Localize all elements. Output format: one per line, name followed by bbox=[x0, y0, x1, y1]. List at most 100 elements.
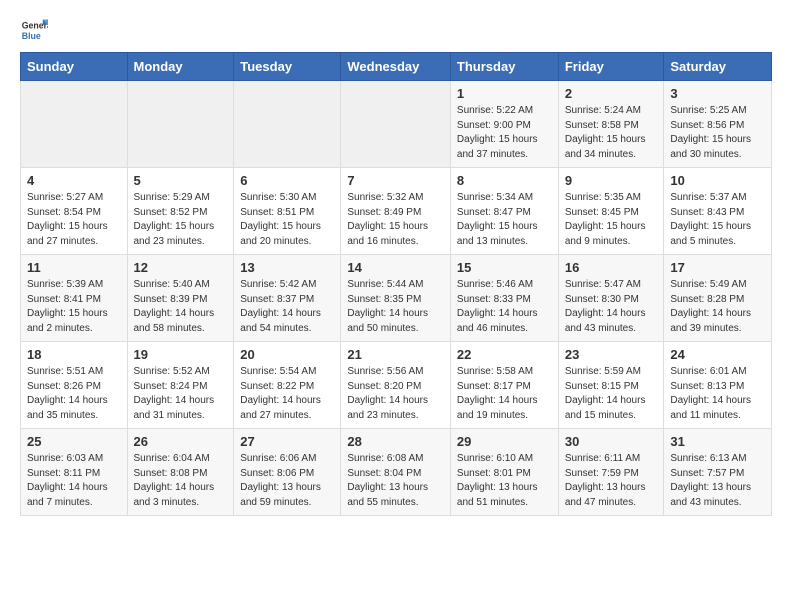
day-cell: 2 Sunrise: 5:24 AM Sunset: 8:58 PM Daylig… bbox=[558, 81, 664, 168]
day-cell: 27 Sunrise: 6:06 AM Sunset: 8:06 PM Dayli… bbox=[234, 429, 341, 516]
day-number: 17 bbox=[670, 260, 765, 275]
header: General Blue bbox=[20, 16, 772, 44]
week-row-3: 11 Sunrise: 5:39 AM Sunset: 8:41 PM Dayli… bbox=[21, 255, 772, 342]
day-number: 22 bbox=[457, 347, 552, 362]
day-cell: 31 Sunrise: 6:13 AM Sunset: 7:57 PM Dayli… bbox=[664, 429, 772, 516]
day-cell bbox=[21, 81, 128, 168]
svg-text:Blue: Blue bbox=[22, 31, 41, 41]
week-row-5: 25 Sunrise: 6:03 AM Sunset: 8:11 PM Dayli… bbox=[21, 429, 772, 516]
day-cell: 6 Sunrise: 5:30 AM Sunset: 8:51 PM Daylig… bbox=[234, 168, 341, 255]
day-number: 1 bbox=[457, 86, 552, 101]
day-number: 24 bbox=[670, 347, 765, 362]
day-number: 25 bbox=[27, 434, 121, 449]
day-number: 6 bbox=[240, 173, 334, 188]
day-info: Sunrise: 6:10 AM Sunset: 8:01 PM Dayligh… bbox=[457, 452, 552, 510]
day-number: 19 bbox=[134, 347, 228, 362]
weekday-header-friday: Friday bbox=[558, 53, 664, 81]
day-cell: 3 Sunrise: 5:25 AM Sunset: 8:56 PM Daylig… bbox=[664, 81, 772, 168]
week-row-2: 4 Sunrise: 5:27 AM Sunset: 8:54 PM Daylig… bbox=[21, 168, 772, 255]
day-info: Sunrise: 5:44 AM Sunset: 8:35 PM Dayligh… bbox=[347, 278, 444, 336]
week-row-1: 1 Sunrise: 5:22 AM Sunset: 9:00 PM Daylig… bbox=[21, 81, 772, 168]
day-info: Sunrise: 6:13 AM Sunset: 7:57 PM Dayligh… bbox=[670, 452, 765, 510]
day-number: 11 bbox=[27, 260, 121, 275]
logo: General Blue bbox=[20, 16, 52, 44]
day-number: 23 bbox=[565, 347, 658, 362]
day-number: 29 bbox=[457, 434, 552, 449]
day-info: Sunrise: 5:47 AM Sunset: 8:30 PM Dayligh… bbox=[565, 278, 658, 336]
day-info: Sunrise: 5:54 AM Sunset: 8:22 PM Dayligh… bbox=[240, 365, 334, 423]
day-cell bbox=[341, 81, 451, 168]
day-cell: 5Sunrise: 5:29 AM Sunset: 8:52 PM Daylig… bbox=[127, 168, 234, 255]
day-number: 26 bbox=[134, 434, 228, 449]
day-info: Sunrise: 5:46 AM Sunset: 8:33 PM Dayligh… bbox=[457, 278, 552, 336]
day-info: Sunrise: 5:30 AM Sunset: 8:51 PM Dayligh… bbox=[240, 191, 334, 249]
day-cell: 7Sunrise: 5:32 AM Sunset: 8:49 PM Daylig… bbox=[341, 168, 451, 255]
day-number: 7 bbox=[347, 173, 444, 188]
day-info: Sunrise: 5:51 AM Sunset: 8:26 PM Dayligh… bbox=[27, 365, 121, 423]
day-info: Sunrise: 5:25 AM Sunset: 8:56 PM Dayligh… bbox=[670, 104, 765, 162]
day-cell: 20 Sunrise: 5:54 AM Sunset: 8:22 PM Dayli… bbox=[234, 342, 341, 429]
day-info: Sunrise: 5:27 AM Sunset: 8:54 PM Dayligh… bbox=[27, 191, 121, 249]
day-info: Sunrise: 5:42 AM Sunset: 8:37 PM Dayligh… bbox=[240, 278, 334, 336]
day-cell: 9Sunrise: 5:35 AM Sunset: 8:45 PM Daylig… bbox=[558, 168, 664, 255]
day-number: 18 bbox=[27, 347, 121, 362]
day-info: Sunrise: 5:37 AM Sunset: 8:43 PM Dayligh… bbox=[670, 191, 765, 249]
day-number: 3 bbox=[670, 86, 765, 101]
day-cell: 28 Sunrise: 6:08 AM Sunset: 8:04 PM Dayli… bbox=[341, 429, 451, 516]
day-cell: 25 Sunrise: 6:03 AM Sunset: 8:11 PM Dayli… bbox=[21, 429, 128, 516]
weekday-header-monday: Monday bbox=[127, 53, 234, 81]
day-cell: 18 Sunrise: 5:51 AM Sunset: 8:26 PM Dayli… bbox=[21, 342, 128, 429]
day-cell: 8Sunrise: 5:34 AM Sunset: 8:47 PM Daylig… bbox=[450, 168, 558, 255]
day-number: 10 bbox=[670, 173, 765, 188]
day-info: Sunrise: 5:59 AM Sunset: 8:15 PM Dayligh… bbox=[565, 365, 658, 423]
day-number: 4 bbox=[27, 173, 121, 188]
day-cell: 4 Sunrise: 5:27 AM Sunset: 8:54 PM Daylig… bbox=[21, 168, 128, 255]
calendar-table: SundayMondayTuesdayWednesdayThursdayFrid… bbox=[20, 52, 772, 516]
day-info: Sunrise: 6:04 AM Sunset: 8:08 PM Dayligh… bbox=[134, 452, 228, 510]
day-info: Sunrise: 6:08 AM Sunset: 8:04 PM Dayligh… bbox=[347, 452, 444, 510]
day-info: Sunrise: 6:06 AM Sunset: 8:06 PM Dayligh… bbox=[240, 452, 334, 510]
day-cell bbox=[127, 81, 234, 168]
day-cell: 13 Sunrise: 5:42 AM Sunset: 8:37 PM Dayli… bbox=[234, 255, 341, 342]
day-info: Sunrise: 5:39 AM Sunset: 8:41 PM Dayligh… bbox=[27, 278, 121, 336]
day-number: 28 bbox=[347, 434, 444, 449]
day-cell: 19 Sunrise: 5:52 AM Sunset: 8:24 PM Dayli… bbox=[127, 342, 234, 429]
weekday-header-saturday: Saturday bbox=[664, 53, 772, 81]
day-number: 14 bbox=[347, 260, 444, 275]
day-info: Sunrise: 5:34 AM Sunset: 8:47 PM Dayligh… bbox=[457, 191, 552, 249]
day-number: 13 bbox=[240, 260, 334, 275]
week-row-4: 18 Sunrise: 5:51 AM Sunset: 8:26 PM Dayli… bbox=[21, 342, 772, 429]
day-cell: 26 Sunrise: 6:04 AM Sunset: 8:08 PM Dayli… bbox=[127, 429, 234, 516]
day-number: 21 bbox=[347, 347, 444, 362]
day-cell: 29 Sunrise: 6:10 AM Sunset: 8:01 PM Dayli… bbox=[450, 429, 558, 516]
day-cell: 12Sunrise: 5:40 AM Sunset: 8:39 PM Dayli… bbox=[127, 255, 234, 342]
day-info: Sunrise: 6:11 AM Sunset: 7:59 PM Dayligh… bbox=[565, 452, 658, 510]
day-cell: 30 Sunrise: 6:11 AM Sunset: 7:59 PM Dayli… bbox=[558, 429, 664, 516]
day-info: Sunrise: 6:03 AM Sunset: 8:11 PM Dayligh… bbox=[27, 452, 121, 510]
weekday-header-row: SundayMondayTuesdayWednesdayThursdayFrid… bbox=[21, 53, 772, 81]
day-info: Sunrise: 5:35 AM Sunset: 8:45 PM Dayligh… bbox=[565, 191, 658, 249]
day-cell bbox=[234, 81, 341, 168]
day-number: 27 bbox=[240, 434, 334, 449]
weekday-header-sunday: Sunday bbox=[21, 53, 128, 81]
weekday-header-tuesday: Tuesday bbox=[234, 53, 341, 81]
day-cell: 23 Sunrise: 5:59 AM Sunset: 8:15 PM Dayli… bbox=[558, 342, 664, 429]
day-cell: 1 Sunrise: 5:22 AM Sunset: 9:00 PM Daylig… bbox=[450, 81, 558, 168]
day-info: Sunrise: 5:56 AM Sunset: 8:20 PM Dayligh… bbox=[347, 365, 444, 423]
day-number: 16 bbox=[565, 260, 658, 275]
day-info: Sunrise: 5:22 AM Sunset: 9:00 PM Dayligh… bbox=[457, 104, 552, 162]
day-cell: 15 Sunrise: 5:46 AM Sunset: 8:33 PM Dayli… bbox=[450, 255, 558, 342]
day-info: Sunrise: 5:52 AM Sunset: 8:24 PM Dayligh… bbox=[134, 365, 228, 423]
day-number: 12 bbox=[134, 260, 228, 275]
weekday-header-thursday: Thursday bbox=[450, 53, 558, 81]
day-info: Sunrise: 6:01 AM Sunset: 8:13 PM Dayligh… bbox=[670, 365, 765, 423]
day-number: 31 bbox=[670, 434, 765, 449]
day-number: 2 bbox=[565, 86, 658, 101]
day-number: 15 bbox=[457, 260, 552, 275]
day-number: 20 bbox=[240, 347, 334, 362]
day-cell: 10 Sunrise: 5:37 AM Sunset: 8:43 PM Dayli… bbox=[664, 168, 772, 255]
day-number: 30 bbox=[565, 434, 658, 449]
day-info: Sunrise: 5:49 AM Sunset: 8:28 PM Dayligh… bbox=[670, 278, 765, 336]
day-info: Sunrise: 5:24 AM Sunset: 8:58 PM Dayligh… bbox=[565, 104, 658, 162]
day-info: Sunrise: 5:29 AM Sunset: 8:52 PM Dayligh… bbox=[134, 191, 228, 249]
